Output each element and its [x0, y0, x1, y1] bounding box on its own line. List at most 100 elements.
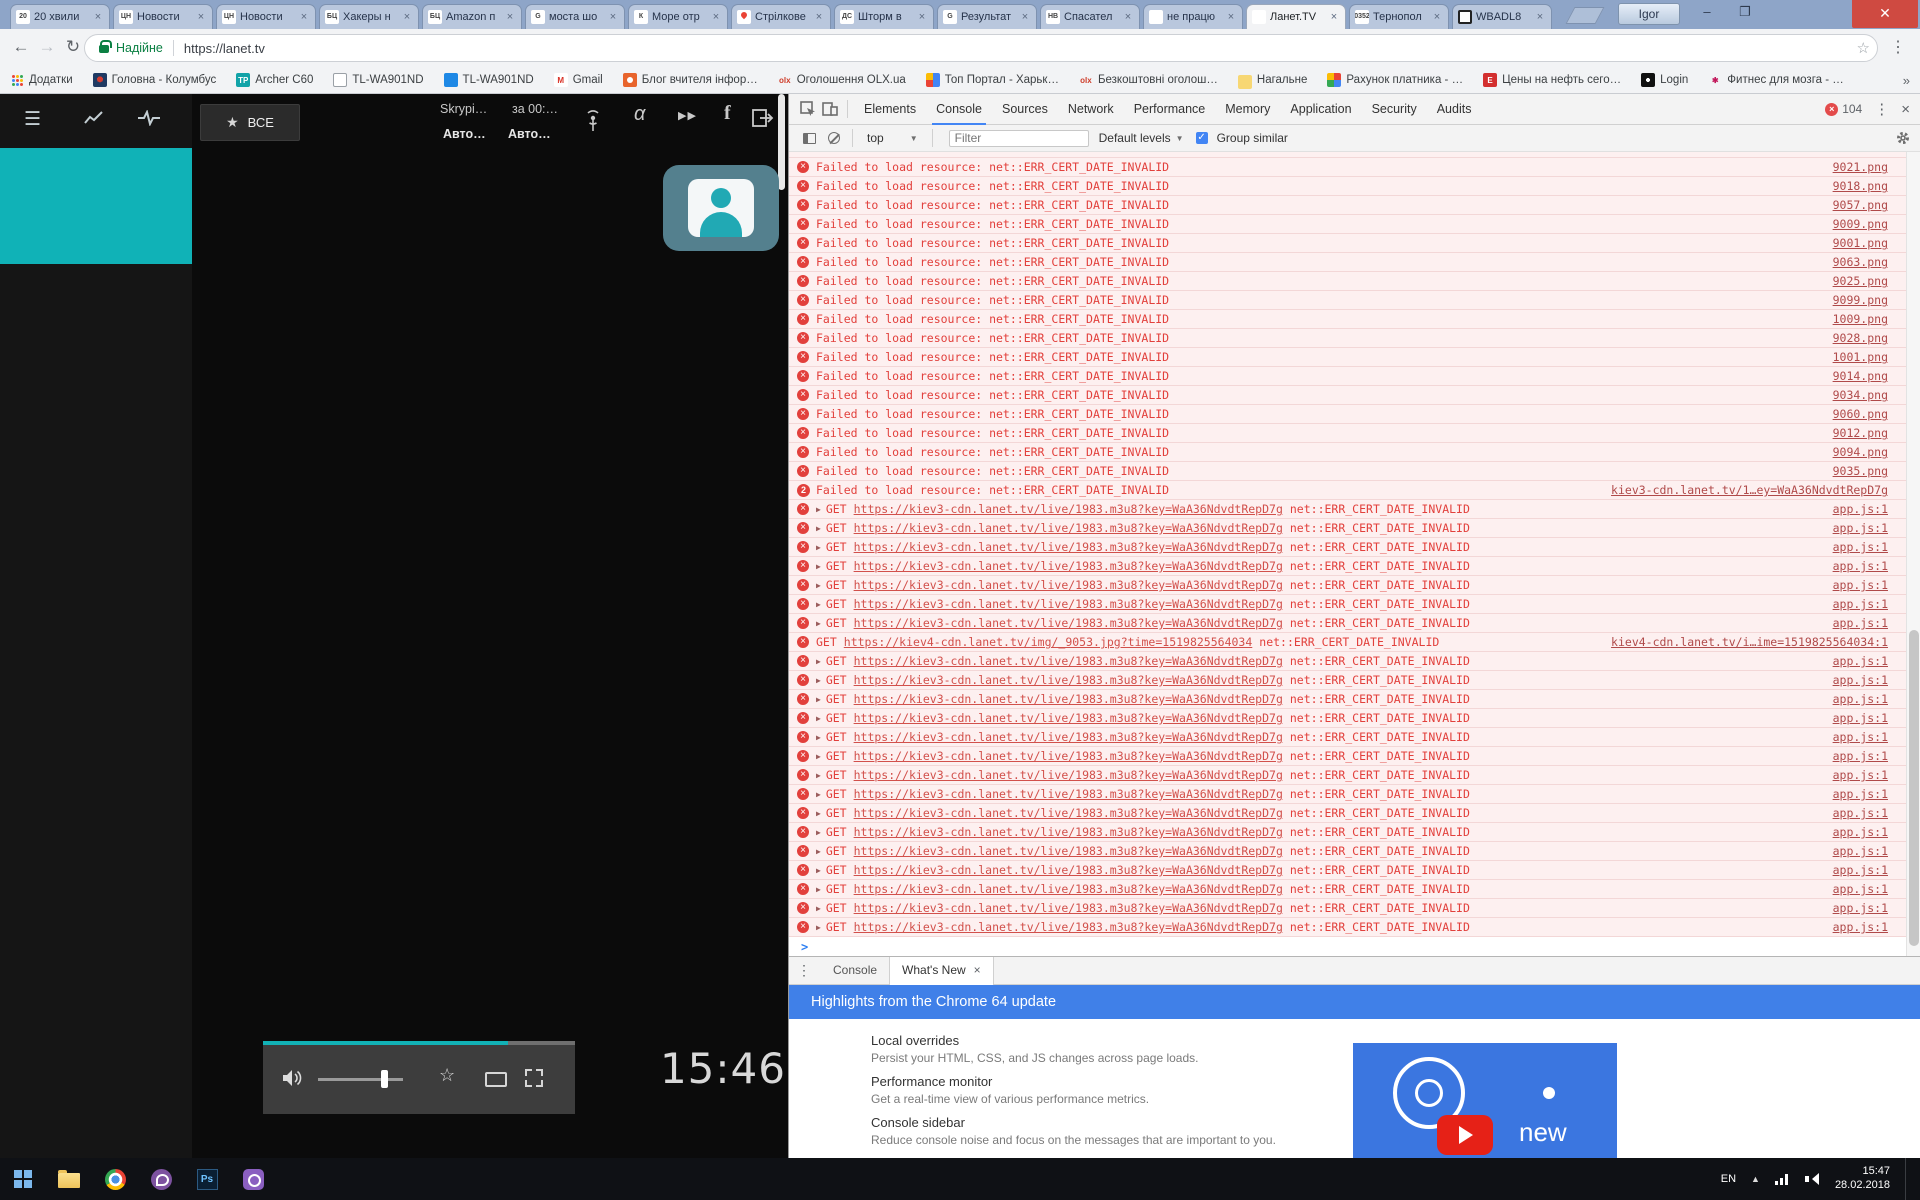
- request-url-link[interactable]: https://kiev3-cdn.lanet.tv/live/1983.m3u…: [854, 597, 1283, 611]
- browser-tab[interactable]: Стрілкове ×: [731, 4, 831, 29]
- address-bar[interactable]: Надійне https://lanet.tv: [84, 34, 1878, 62]
- expand-arrow-icon[interactable]: ▶: [816, 847, 821, 856]
- source-link[interactable]: 9001.png: [1833, 236, 1888, 250]
- request-url-link[interactable]: https://kiev3-cdn.lanet.tv/live/1983.m3u…: [854, 692, 1283, 706]
- source-link[interactable]: 9009.png: [1833, 217, 1888, 231]
- error-count-badge[interactable]: × 104: [1825, 102, 1862, 116]
- tab-close-icon[interactable]: ×: [298, 11, 310, 23]
- source-link[interactable]: app.js:1: [1833, 578, 1888, 592]
- expand-arrow-icon[interactable]: ▶: [816, 866, 821, 875]
- facebook-icon[interactable]: f: [724, 102, 731, 125]
- tab-close-icon[interactable]: ×: [916, 11, 928, 23]
- source-link[interactable]: app.js:1: [1833, 787, 1888, 801]
- window-minimize-button[interactable]: –: [1690, 0, 1724, 26]
- devtools-tab[interactable]: Sources: [992, 94, 1058, 125]
- alpha-icon[interactable]: α: [634, 103, 645, 126]
- favorite-star-icon[interactable]: ☆: [439, 1065, 455, 1086]
- browser-tab[interactable]: ДС Шторм в ×: [834, 4, 934, 29]
- devtools-tab[interactable]: Application: [1280, 94, 1361, 125]
- browser-tab[interactable]: WBADL8 ×: [1452, 4, 1552, 29]
- source-link[interactable]: app.js:1: [1833, 882, 1888, 896]
- inspect-element-icon[interactable]: [797, 99, 819, 119]
- request-url-link[interactable]: https://kiev3-cdn.lanet.tv/live/1983.m3u…: [854, 540, 1283, 554]
- source-link[interactable]: kiev4-cdn.lanet.tv/i…ime=1519825564034:1: [1611, 635, 1888, 649]
- bookmark-item[interactable]: Нагальне: [1238, 72, 1308, 89]
- request-url-link[interactable]: https://kiev3-cdn.lanet.tv/live/1983.m3u…: [854, 749, 1283, 763]
- source-link[interactable]: app.js:1: [1833, 502, 1888, 516]
- volume-slider-track[interactable]: [318, 1078, 403, 1081]
- console-prompt[interactable]: >: [789, 937, 1906, 956]
- selected-channel-highlight[interactable]: [0, 148, 192, 264]
- expand-arrow-icon[interactable]: ▶: [816, 524, 821, 533]
- source-link[interactable]: app.js:1: [1833, 825, 1888, 839]
- request-url-link[interactable]: https://kiev3-cdn.lanet.tv/live/1983.m3u…: [854, 654, 1283, 668]
- url-text[interactable]: https://lanet.tv: [184, 41, 265, 56]
- expand-arrow-icon[interactable]: ▶: [816, 543, 821, 552]
- whats-new-item-title[interactable]: Performance monitor: [871, 1074, 1331, 1089]
- reload-button[interactable]: ↻: [62, 37, 84, 57]
- request-url-link[interactable]: https://kiev3-cdn.lanet.tv/live/1983.m3u…: [854, 521, 1283, 535]
- pip-icon[interactable]: [485, 1072, 507, 1087]
- expand-arrow-icon[interactable]: ▶: [816, 790, 821, 799]
- request-url-link[interactable]: https://kiev3-cdn.lanet.tv/live/1983.m3u…: [854, 616, 1283, 630]
- pulse-icon[interactable]: [138, 110, 160, 126]
- all-channels-button[interactable]: ★ ВСЕ: [200, 104, 300, 141]
- tab-close-icon[interactable]: ×: [195, 11, 207, 23]
- devtools-tab[interactable]: Security: [1362, 94, 1427, 125]
- drawer-tab-whats-new[interactable]: What's New ×: [889, 957, 994, 985]
- source-link[interactable]: app.js:1: [1833, 692, 1888, 706]
- console-scrollbar[interactable]: [1906, 152, 1920, 956]
- source-link[interactable]: app.js:1: [1833, 654, 1888, 668]
- source-link[interactable]: app.js:1: [1833, 673, 1888, 687]
- browser-menu-icon[interactable]: ⋮: [1890, 37, 1906, 57]
- epg-program-title[interactable]: Skrypi…: [440, 102, 487, 116]
- chrome-button[interactable]: [92, 1158, 138, 1200]
- console-scrollbar-thumb[interactable]: [1909, 630, 1919, 946]
- device-toolbar-icon[interactable]: [819, 99, 841, 119]
- network-signal-icon[interactable]: [1775, 1174, 1790, 1185]
- source-link[interactable]: 1009.png: [1833, 312, 1888, 326]
- bookmark-item[interactable]: olx Оголошення OLX.ua: [778, 73, 906, 87]
- language-indicator[interactable]: EN: [1721, 1173, 1736, 1185]
- progress-bar-track[interactable]: [508, 1041, 575, 1045]
- source-link[interactable]: app.js:1: [1833, 616, 1888, 630]
- devtools-menu-icon[interactable]: ⋮: [1874, 100, 1889, 118]
- request-url-link[interactable]: https://kiev3-cdn.lanet.tv/live/1983.m3u…: [854, 673, 1283, 687]
- fullscreen-icon[interactable]: [525, 1069, 543, 1087]
- request-url-link[interactable]: https://kiev3-cdn.lanet.tv/live/1983.m3u…: [854, 844, 1283, 858]
- source-link[interactable]: app.js:1: [1833, 730, 1888, 744]
- source-link[interactable]: app.js:1: [1833, 920, 1888, 934]
- stats-chart-icon[interactable]: [84, 110, 104, 126]
- browser-tab[interactable]: ЦН Новости ×: [216, 4, 316, 29]
- console-settings-gear-icon[interactable]: [1896, 131, 1910, 145]
- request-url-link[interactable]: https://kiev3-cdn.lanet.tv/live/1983.m3u…: [854, 806, 1283, 820]
- fast-forward-icon[interactable]: ▶▶: [678, 109, 697, 122]
- browser-tab[interactable]: 0352 Тернопол ×: [1349, 4, 1449, 29]
- source-link[interactable]: app.js:1: [1833, 844, 1888, 858]
- whats-new-item-title[interactable]: Local overrides: [871, 1033, 1331, 1048]
- browser-tab[interactable]: НВ Спасател ×: [1040, 4, 1140, 29]
- request-url-link[interactable]: https://kiev3-cdn.lanet.tv/live/1983.m3u…: [854, 920, 1283, 934]
- request-url-link[interactable]: https://kiev3-cdn.lanet.tv/live/1983.m3u…: [854, 711, 1283, 725]
- expand-arrow-icon[interactable]: ▶: [816, 505, 821, 514]
- request-url-link[interactable]: https://kiev3-cdn.lanet.tv/live/1983.m3u…: [854, 825, 1283, 839]
- bookmark-item[interactable]: Login: [1641, 73, 1688, 87]
- tab-close-icon[interactable]: ×: [92, 11, 104, 23]
- source-link[interactable]: app.js:1: [1833, 559, 1888, 573]
- request-url-link[interactable]: https://kiev3-cdn.lanet.tv/live/1983.m3u…: [854, 768, 1283, 782]
- source-link[interactable]: 9014.png: [1833, 369, 1888, 383]
- browser-tab[interactable]: БЦ Хакеры н ×: [319, 4, 419, 29]
- photoshop-button[interactable]: Ps: [184, 1158, 230, 1200]
- tab-close-icon[interactable]: ×: [1328, 11, 1340, 23]
- bookmark-item[interactable]: Е Цены на нефть сего…: [1483, 73, 1621, 87]
- volume-icon[interactable]: [281, 1068, 303, 1088]
- speaker-icon[interactable]: [1805, 1173, 1820, 1185]
- source-link[interactable]: 9021.png: [1833, 160, 1888, 174]
- browser-tab[interactable]: БЦ Amazon п ×: [422, 4, 522, 29]
- devtools-tab[interactable]: Performance: [1124, 94, 1216, 125]
- devtools-tab[interactable]: Memory: [1215, 94, 1280, 125]
- source-link[interactable]: kiev3-cdn.lanet.tv/1…ey=WaA36NdvdtRepD7g: [1611, 483, 1888, 497]
- expand-arrow-icon[interactable]: ▶: [816, 771, 821, 780]
- expand-arrow-icon[interactable]: ▶: [816, 733, 821, 742]
- source-link[interactable]: 9018.png: [1833, 179, 1888, 193]
